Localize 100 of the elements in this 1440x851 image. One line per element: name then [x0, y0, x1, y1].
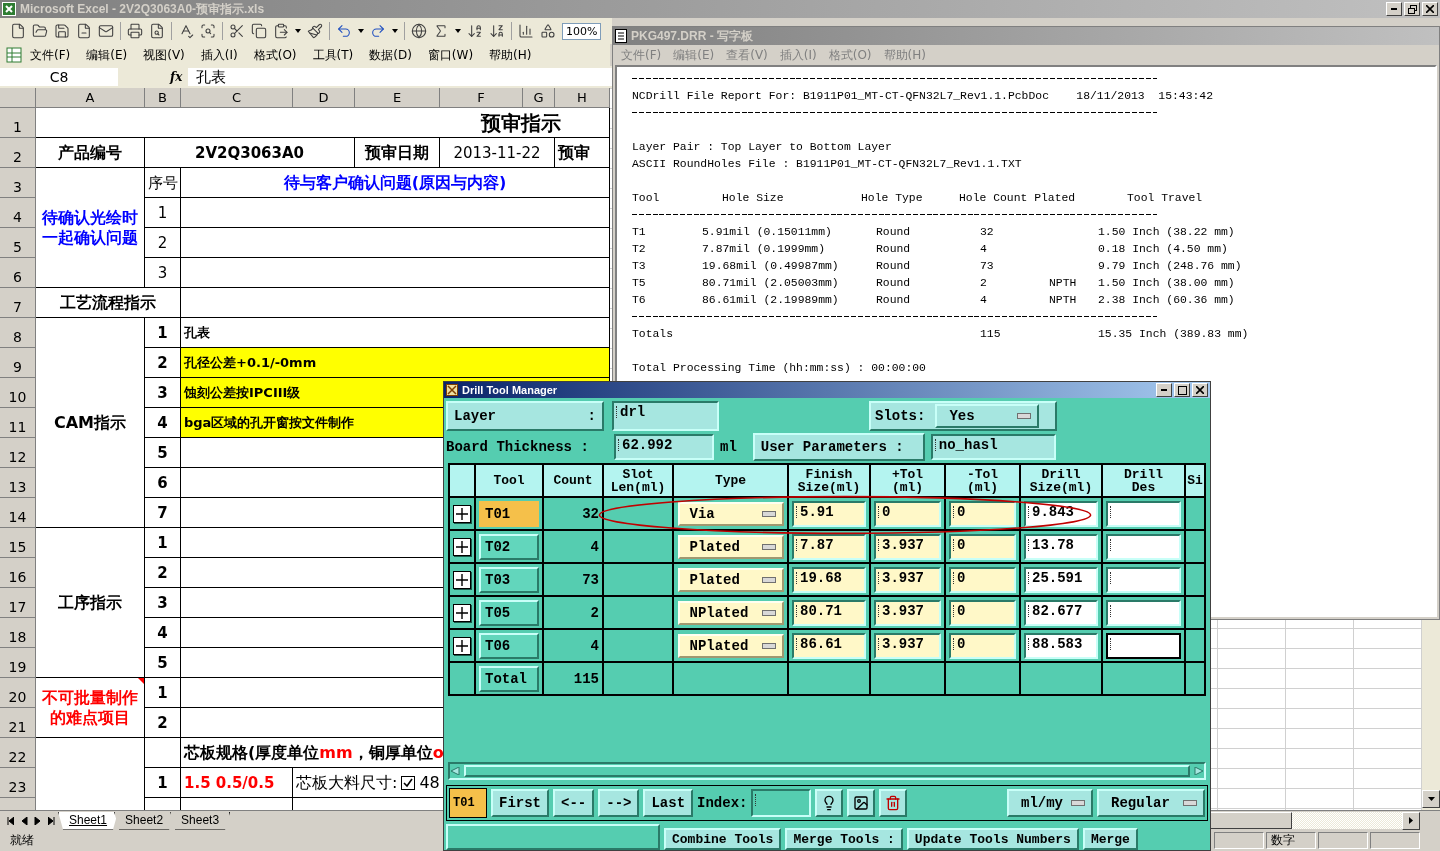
down-arrow-icon[interactable]: [1427, 797, 1435, 801]
row-header[interactable]: 3: [0, 168, 36, 198]
close-button[interactable]: [1422, 2, 1438, 16]
row-header[interactable]: 11: [0, 408, 36, 438]
drill-size-field[interactable]: 82.677: [1024, 599, 1098, 626]
column-header[interactable]: C: [181, 88, 293, 108]
row-header[interactable]: 16: [0, 558, 36, 588]
menu-item[interactable]: 视图(V): [135, 44, 193, 66]
sigma-icon[interactable]: [433, 23, 449, 39]
sheet-tab[interactable]: Sheet3: [170, 811, 231, 830]
plus-tolerance-field[interactable]: 3.937: [874, 632, 941, 659]
plus-tolerance-field[interactable]: 3.937: [874, 599, 941, 626]
column-header[interactable]: F: [440, 88, 523, 108]
envelope-icon[interactable]: [98, 23, 114, 39]
zoom-field[interactable]: 100%: [562, 22, 602, 40]
function-label[interactable]: fx: [170, 70, 183, 84]
update-numbers-dropdown[interactable]: Update Tools Numbers: [906, 828, 1079, 850]
bar-chart-icon[interactable]: [518, 23, 534, 39]
expand-button[interactable]: [453, 504, 471, 523]
navigation-button[interactable]: <--: [553, 789, 595, 817]
row-header[interactable]: 5: [0, 228, 36, 258]
image-icon[interactable]: [853, 795, 870, 811]
row-header[interactable]: 19: [0, 648, 36, 678]
shapes-icon[interactable]: [540, 23, 556, 39]
caret-icon[interactable]: [295, 29, 301, 33]
row-header[interactable]: 12: [0, 438, 36, 468]
menu-item[interactable]: 文件(F): [22, 44, 79, 66]
select-all-button[interactable]: [0, 88, 36, 108]
row-header[interactable]: 15: [0, 528, 36, 558]
minimize-button[interactable]: [1386, 2, 1402, 16]
finish-size-field[interactable]: 80.71: [792, 599, 866, 626]
document-icon[interactable]: [10, 23, 26, 39]
redo-icon[interactable]: [370, 23, 386, 39]
type-dropdown[interactable]: Plated: [677, 567, 784, 592]
menu-item[interactable]: 工具(T): [304, 44, 362, 66]
drill-size-field[interactable]: 88.583: [1024, 632, 1098, 659]
scroll-down-button[interactable]: [1422, 790, 1440, 808]
finish-size-field[interactable]: 86.61: [792, 632, 866, 659]
menu-item[interactable]: 编辑(E): [78, 44, 136, 66]
paintbrush-icon[interactable]: [307, 23, 323, 39]
units-dropdown[interactable]: ml/my: [1007, 789, 1093, 817]
spellcheck-icon[interactable]: [178, 23, 194, 39]
drill-size-field[interactable]: 9.843: [1024, 500, 1098, 527]
drill-size-field[interactable]: 13.78: [1024, 533, 1098, 560]
caret-icon[interactable]: [358, 29, 364, 33]
expand-button[interactable]: [453, 537, 471, 556]
caret-icon[interactable]: [392, 29, 398, 33]
row-header[interactable]: 14: [0, 498, 36, 528]
tool-button[interactable]: T02: [479, 533, 539, 560]
row-header[interactable]: 8: [0, 318, 36, 348]
row-header[interactable]: 10: [0, 378, 36, 408]
column-header[interactable]: E: [355, 88, 440, 108]
left-arrow-icon[interactable]: [450, 767, 460, 776]
row-header[interactable]: 17: [0, 588, 36, 618]
minus-tolerance-field[interactable]: 0: [949, 566, 1016, 593]
menu-item[interactable]: 窗口(W): [419, 44, 482, 66]
finish-size-field[interactable]: 19.68: [792, 566, 866, 593]
type-dropdown[interactable]: Via: [677, 501, 784, 526]
row-header[interactable]: 7: [0, 288, 36, 318]
document-search-icon[interactable]: [149, 23, 165, 39]
row-header[interactable]: 22: [0, 738, 36, 768]
globe-icon[interactable]: [411, 23, 427, 39]
merge-button[interactable]: Merge: [1082, 828, 1138, 850]
column-header[interactable]: H: [555, 88, 610, 108]
scroll-right-button[interactable]: [1402, 811, 1420, 830]
menu-item[interactable]: 插入(I): [192, 44, 246, 66]
checkbox[interactable]: [401, 775, 416, 790]
column-header[interactable]: B: [145, 88, 181, 108]
caret-icon[interactable]: [455, 29, 461, 33]
image-button[interactable]: [847, 789, 876, 817]
formula-field[interactable]: 孔表: [188, 68, 612, 86]
row-header[interactable]: 1: [0, 108, 36, 138]
merge-tools-button[interactable]: Merge Tools :: [785, 828, 903, 850]
close-button[interactable]: [1192, 383, 1208, 397]
row-header[interactable]: 23: [0, 768, 36, 798]
trash-icon[interactable]: [885, 795, 902, 811]
expand-button[interactable]: [453, 636, 471, 655]
scrollbar-thumb[interactable]: [464, 765, 1190, 778]
tab-scroll-icon[interactable]: [6, 816, 14, 825]
plus-tolerance-field[interactable]: 3.937: [874, 533, 941, 560]
minus-tolerance-field[interactable]: 0: [949, 533, 1016, 560]
spreadsheet-icon[interactable]: [6, 47, 22, 63]
finish-size-field[interactable]: 5.91: [792, 500, 866, 527]
navigation-button[interactable]: -->: [598, 789, 640, 817]
column-header[interactable]: G: [523, 88, 555, 108]
row-header[interactable]: 20: [0, 678, 36, 708]
user-parameters-button[interactable]: User Parameters :: [752, 433, 925, 461]
close-icon[interactable]: [1426, 5, 1434, 13]
tool-button[interactable]: T03: [479, 566, 539, 593]
scissors-icon[interactable]: [229, 23, 245, 39]
minus-tolerance-field[interactable]: 0: [949, 632, 1016, 659]
sort-descending-icon[interactable]: [489, 23, 505, 39]
column-header[interactable]: D: [293, 88, 355, 108]
user-parameters-field[interactable]: no_hasl: [930, 434, 1056, 460]
expand-button[interactable]: [453, 570, 471, 589]
column-header[interactable]: A: [36, 88, 145, 108]
navigation-button[interactable]: First: [491, 789, 549, 817]
navigation-button[interactable]: Last: [643, 789, 694, 817]
minimize-button[interactable]: [1156, 383, 1172, 397]
minus-tolerance-field[interactable]: 0: [949, 599, 1016, 626]
